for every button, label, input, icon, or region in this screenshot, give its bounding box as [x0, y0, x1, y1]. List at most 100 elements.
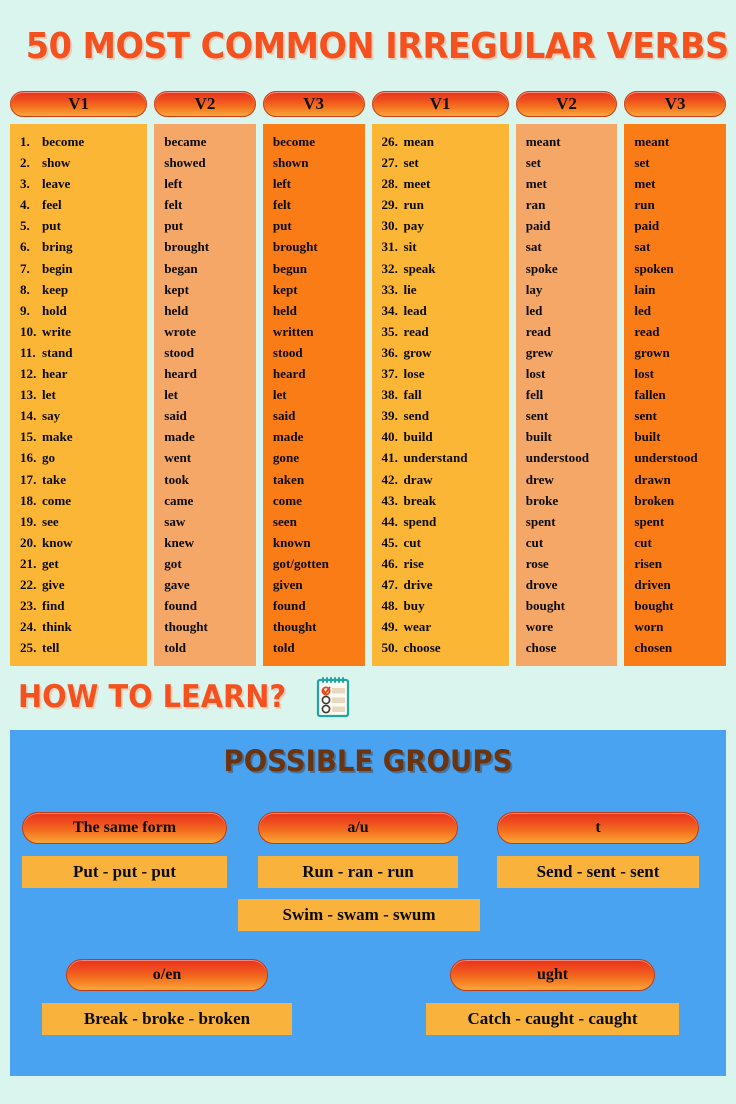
verb-cell: chose	[525, 640, 557, 656]
verb-cell: fallen	[634, 387, 666, 403]
page-title: 50 MOST COMMON IRREGULAR VERBS	[25, 26, 729, 67]
column-header-v3-left: V3	[262, 91, 365, 117]
verb-cell: ran	[525, 197, 546, 213]
verb-row-number: 36.	[381, 344, 398, 360]
verb-cell: meant	[634, 134, 670, 149]
verb-cell: took	[164, 471, 189, 487]
verb-row-number: 31.	[381, 239, 398, 255]
verb-table: V1 1. become 2. show 3. leave 4. feel 5. put 6. bri…	[0, 91, 736, 667]
verb-row-number: 48.	[381, 598, 398, 614]
verb-row-number: 18.	[20, 492, 37, 508]
verb-cell: meant	[525, 134, 561, 149]
verb-cell: told	[164, 640, 187, 656]
column-v1-right: V1 26. mean 27. set 28. meet 29. run 30. pay 31. si…	[371, 91, 509, 667]
verb-cell: 14. say	[20, 405, 147, 426]
verb-row-number: 9.	[20, 302, 30, 318]
column-v2-left: V2 became showed left felt put brought began ke…	[154, 91, 256, 667]
verb-cell: 16. go	[20, 447, 147, 468]
group-label-ught[interactable]: ught	[450, 959, 655, 992]
verb-row-number: 15.	[20, 429, 37, 445]
verb-row-number: 49.	[381, 619, 398, 635]
verb-cell: led	[634, 302, 652, 318]
verb-row-number: 19.	[20, 513, 37, 529]
verb-cell: came	[164, 492, 194, 508]
verb-row-number: 20.	[20, 534, 37, 550]
group-label-oen[interactable]: o/en	[66, 959, 268, 992]
column-v2-right: V2 meant set met ran paid sat spoke lay led read g…	[515, 91, 618, 667]
verb-row-number: 46.	[381, 555, 398, 571]
verb-cell: 31. sit	[382, 236, 509, 257]
verb-cell: 19. see	[20, 511, 147, 532]
verb-cell: lay	[525, 281, 543, 297]
verb-row-number: 17.	[20, 471, 37, 487]
group-label-same-form[interactable]: The same form	[22, 812, 227, 845]
verb-cell: 24. think	[20, 616, 147, 637]
verb-cell: rose	[525, 555, 549, 571]
verb-row-number: 50.	[381, 640, 398, 656]
verb-cell: held	[272, 302, 297, 318]
verb-cell: spent	[634, 513, 665, 529]
verb-cell: drew	[525, 471, 554, 487]
verb-cell: 26. mean	[382, 131, 509, 152]
verb-cell: 3. leave	[20, 173, 147, 194]
verb-cell: drove	[525, 576, 558, 592]
group-block-swim: Swim - swam - swum	[238, 899, 480, 932]
verb-cell: 41. understand	[382, 447, 509, 468]
verb-row-number: 34.	[381, 302, 398, 318]
verb-row-number: 43.	[381, 492, 398, 508]
verb-cell: 37. lose	[382, 363, 509, 384]
possible-groups-title: POSSIBLE GROUPS	[223, 744, 513, 779]
verb-row-number: 10.	[20, 323, 37, 339]
verb-cell: 23. find	[20, 595, 147, 616]
verb-cell: met	[525, 176, 547, 192]
group-example-oen: Break - broke - broken	[42, 1003, 292, 1036]
verb-cell: read	[525, 323, 551, 339]
verb-cell: 7. begin	[20, 258, 147, 279]
verb-cell: 12. hear	[20, 363, 147, 384]
verb-cell: 6. bring	[20, 236, 147, 257]
verb-cell: said	[164, 408, 187, 424]
verb-cell: brought	[272, 239, 318, 255]
verb-cell: written	[272, 323, 314, 339]
verb-cell: come	[272, 492, 302, 508]
group-example-ught: Catch - caught - caught	[426, 1003, 679, 1036]
verb-cell: 27. set	[382, 152, 509, 173]
verb-cell: understood	[525, 450, 590, 466]
verb-cell: 4. feel	[20, 194, 147, 215]
verb-cell: sent	[525, 408, 549, 424]
column-v3-left: V3 become shown left felt put brought begun kep…	[262, 91, 365, 667]
verb-row-number: 7.	[20, 260, 30, 276]
verb-cell: 29. run	[382, 194, 509, 215]
verb-cell: worn	[634, 619, 664, 635]
verb-cell: 44. spend	[382, 511, 509, 532]
verb-cell: 2. show	[20, 152, 147, 173]
verb-row-number: 5.	[20, 218, 30, 234]
verb-cell: heard	[164, 366, 197, 382]
verb-row-number: 23.	[20, 598, 37, 614]
verb-cell: 33. lie	[382, 279, 509, 300]
column-body-v1-left: 1. become 2. show 3. leave 4. feel 5. put 6. bring 7…	[10, 124, 148, 667]
verb-row-number: 11.	[20, 344, 36, 360]
verb-cell: bought	[525, 598, 566, 614]
group-label-au[interactable]: a/u	[258, 812, 458, 845]
verb-row-number: 26.	[381, 134, 398, 149]
verb-cell: kept	[164, 281, 189, 297]
verb-cell: lost	[634, 366, 654, 382]
verb-cell: felt	[272, 197, 292, 213]
verb-row-number: 29.	[381, 197, 398, 213]
group-label-t[interactable]: t	[497, 812, 699, 845]
verb-row-number: 24.	[20, 619, 37, 635]
verb-cell: known	[272, 534, 311, 550]
verb-row-number: 33.	[381, 281, 398, 297]
verb-row-number: 13.	[20, 387, 37, 403]
verb-cell: built	[525, 429, 552, 445]
verb-row-number: 8.	[20, 281, 30, 297]
verb-cell: sent	[634, 408, 657, 424]
verb-row-number: 25.	[20, 640, 37, 656]
verb-cell: stood	[272, 344, 303, 360]
column-header-v2-right: V2	[515, 91, 618, 117]
column-body-v2-left: became showed left felt put brought began kept h…	[154, 124, 256, 667]
verb-cell: told	[272, 640, 295, 656]
verb-cell: given	[272, 576, 303, 592]
group-block-t: t Send - sent - sent	[497, 812, 699, 889]
